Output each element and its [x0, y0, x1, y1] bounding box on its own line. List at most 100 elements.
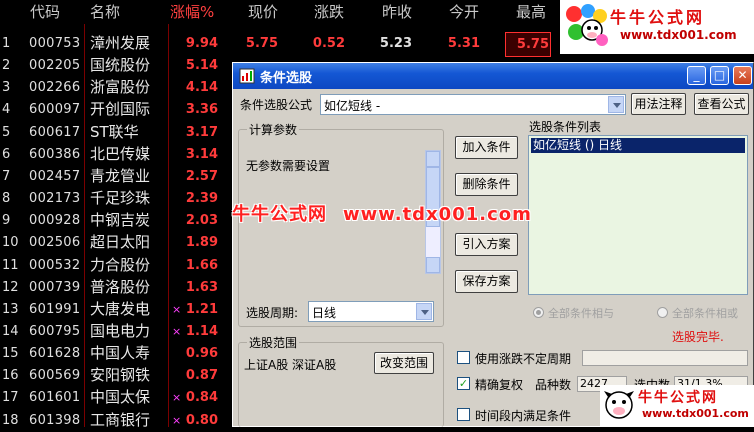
change-pct: 9.94 [185, 36, 218, 51]
col-code[interactable]: 代码 [30, 0, 60, 24]
watermark-text: 牛牛公式网 www.tdx001.com [232, 200, 532, 226]
stock-name: 浙富股份 [90, 78, 151, 97]
formula-select[interactable]: 如亿短线 - [320, 94, 626, 115]
change-pct: 1.63 [185, 279, 218, 295]
condition-list[interactable]: 如亿短线 () 日线 [528, 135, 748, 295]
change-pct: 1.14 [185, 323, 218, 339]
stock-name: 大唐发电 [90, 299, 151, 318]
period-select[interactable]: 日线 [308, 301, 434, 322]
change-pct: 0.80 [185, 412, 218, 428]
save-scheme-button[interactable]: 保存方案 [455, 270, 518, 293]
col-price[interactable]: 现价 [248, 0, 278, 24]
stock-code: 002266 [29, 80, 81, 96]
stock-name: 安阳钢铁 [90, 366, 151, 385]
site-logo: 牛牛公式网 www.tdx001.com [560, 0, 754, 54]
row-index: 18 [2, 412, 19, 428]
col-name[interactable]: 名称 [90, 0, 120, 24]
scroll-down-icon[interactable] [426, 257, 440, 273]
stock-code: 601398 [29, 412, 81, 428]
logo-title: 牛牛公式网 [610, 8, 706, 27]
uncertain-period-checkbox[interactable] [457, 351, 470, 364]
change-pct: 3.36 [185, 102, 218, 118]
col-high[interactable]: 最高 [516, 0, 546, 24]
change-pct: 2.39 [185, 191, 218, 207]
period-value: 日线 [312, 306, 337, 320]
row-index: 10 [2, 235, 19, 251]
params-group-title: 计算参数 [247, 121, 300, 138]
period-satisfy-checkbox[interactable] [457, 408, 470, 421]
stock-name: 漳州发展 [90, 34, 151, 52]
help-button[interactable]: 用法注释 [631, 93, 686, 115]
col-prev-close[interactable]: 昨收 [382, 0, 412, 24]
period-satisfy-label: 时间段内满足条件 [475, 409, 572, 423]
col-open[interactable]: 今开 [449, 0, 479, 24]
row-index: 8 [2, 191, 11, 207]
change-amount: 0.52 [312, 36, 345, 51]
cond-list-label: 选股条件列表 [529, 120, 602, 134]
row-index: 15 [2, 346, 19, 362]
stock-name: 千足珍珠 [90, 189, 151, 208]
stock-code: 600795 [29, 323, 81, 339]
maximize-button[interactable]: □ [710, 66, 729, 85]
stock-code: 002173 [29, 191, 81, 207]
radio-or[interactable] [657, 307, 668, 318]
open-price: 5.31 [447, 36, 480, 51]
view-formula-button[interactable]: 查看公式 [694, 93, 749, 115]
exact-adjust-checkbox[interactable]: ✓ [457, 377, 470, 390]
stock-code: 600097 [29, 102, 81, 118]
stock-name: 开创国际 [90, 100, 151, 119]
radio-and[interactable] [533, 307, 544, 318]
uncertain-period-field[interactable] [582, 350, 748, 366]
close-button[interactable]: ✕ [733, 66, 752, 85]
col-pct[interactable]: 涨幅% [170, 0, 214, 24]
stock-count-label: 品种数 [535, 378, 572, 392]
dialog-titlebar[interactable]: 条件选股 _ □ ✕ [233, 63, 753, 89]
stock-name: 普洛股份 [90, 277, 151, 296]
scroll-up-icon[interactable] [426, 151, 440, 167]
formula-value: 如亿短线 - [324, 99, 381, 113]
row-index: 7 [2, 168, 11, 184]
col-change[interactable]: 涨跌 [314, 0, 344, 24]
uncertain-period-label: 使用涨跌不定周期 [475, 352, 572, 366]
cow-logo-icon [604, 391, 634, 419]
stock-code: 601601 [29, 390, 81, 406]
row-index: 9 [2, 213, 11, 229]
scope-text: 上证A股 深证A股 [244, 358, 337, 372]
prev-close: 5.23 [379, 36, 412, 51]
minimize-icon: _ [693, 68, 700, 82]
period-label: 选股周期: [246, 306, 299, 320]
change-pct: 2.57 [185, 168, 218, 184]
row-index: 5 [2, 124, 11, 140]
import-scheme-button[interactable]: 引入方案 [455, 233, 518, 256]
stock-name: 中国太保 [90, 388, 151, 407]
logo-url: www.tdx001.com [620, 28, 737, 42]
stock-name: 力合股份 [90, 255, 151, 274]
stock-name: ST联华 [90, 122, 139, 141]
status-text: 选股完毕. [672, 330, 724, 344]
chevron-down-icon[interactable] [416, 303, 432, 320]
stock-code: 600386 [29, 146, 81, 162]
scope-group-title: 选股范围 [247, 334, 300, 351]
minimize-button[interactable]: _ [687, 66, 706, 85]
row-index: 1 [2, 36, 11, 51]
check-icon: ✓ [458, 377, 469, 390]
add-condition-button[interactable]: 加入条件 [455, 136, 518, 159]
maximize-icon: □ [713, 68, 726, 82]
stock-code: 600569 [29, 368, 81, 384]
change-scope-button[interactable]: 改变范围 [374, 352, 434, 374]
stock-code: 000739 [29, 279, 81, 295]
chevron-down-icon[interactable] [608, 96, 624, 113]
stock-name: 国统股份 [90, 56, 151, 75]
delete-condition-button[interactable]: 删除条件 [455, 173, 518, 196]
stock-code: 002506 [29, 235, 81, 251]
row-index: 6 [2, 146, 11, 162]
stock-code: 601991 [29, 301, 81, 317]
change-pct: 0.84 [185, 390, 218, 406]
change-pct: 5.14 [185, 58, 218, 74]
stock-code: 000928 [29, 213, 81, 229]
site-logo-bottom: 牛牛公式网 www.tdx001.com [600, 385, 754, 427]
stock-code: 002205 [29, 58, 81, 74]
condition-list-item[interactable]: 如亿短线 () 日线 [531, 138, 745, 153]
row-index: 11 [2, 257, 19, 273]
change-pct: 0.87 [185, 368, 218, 384]
